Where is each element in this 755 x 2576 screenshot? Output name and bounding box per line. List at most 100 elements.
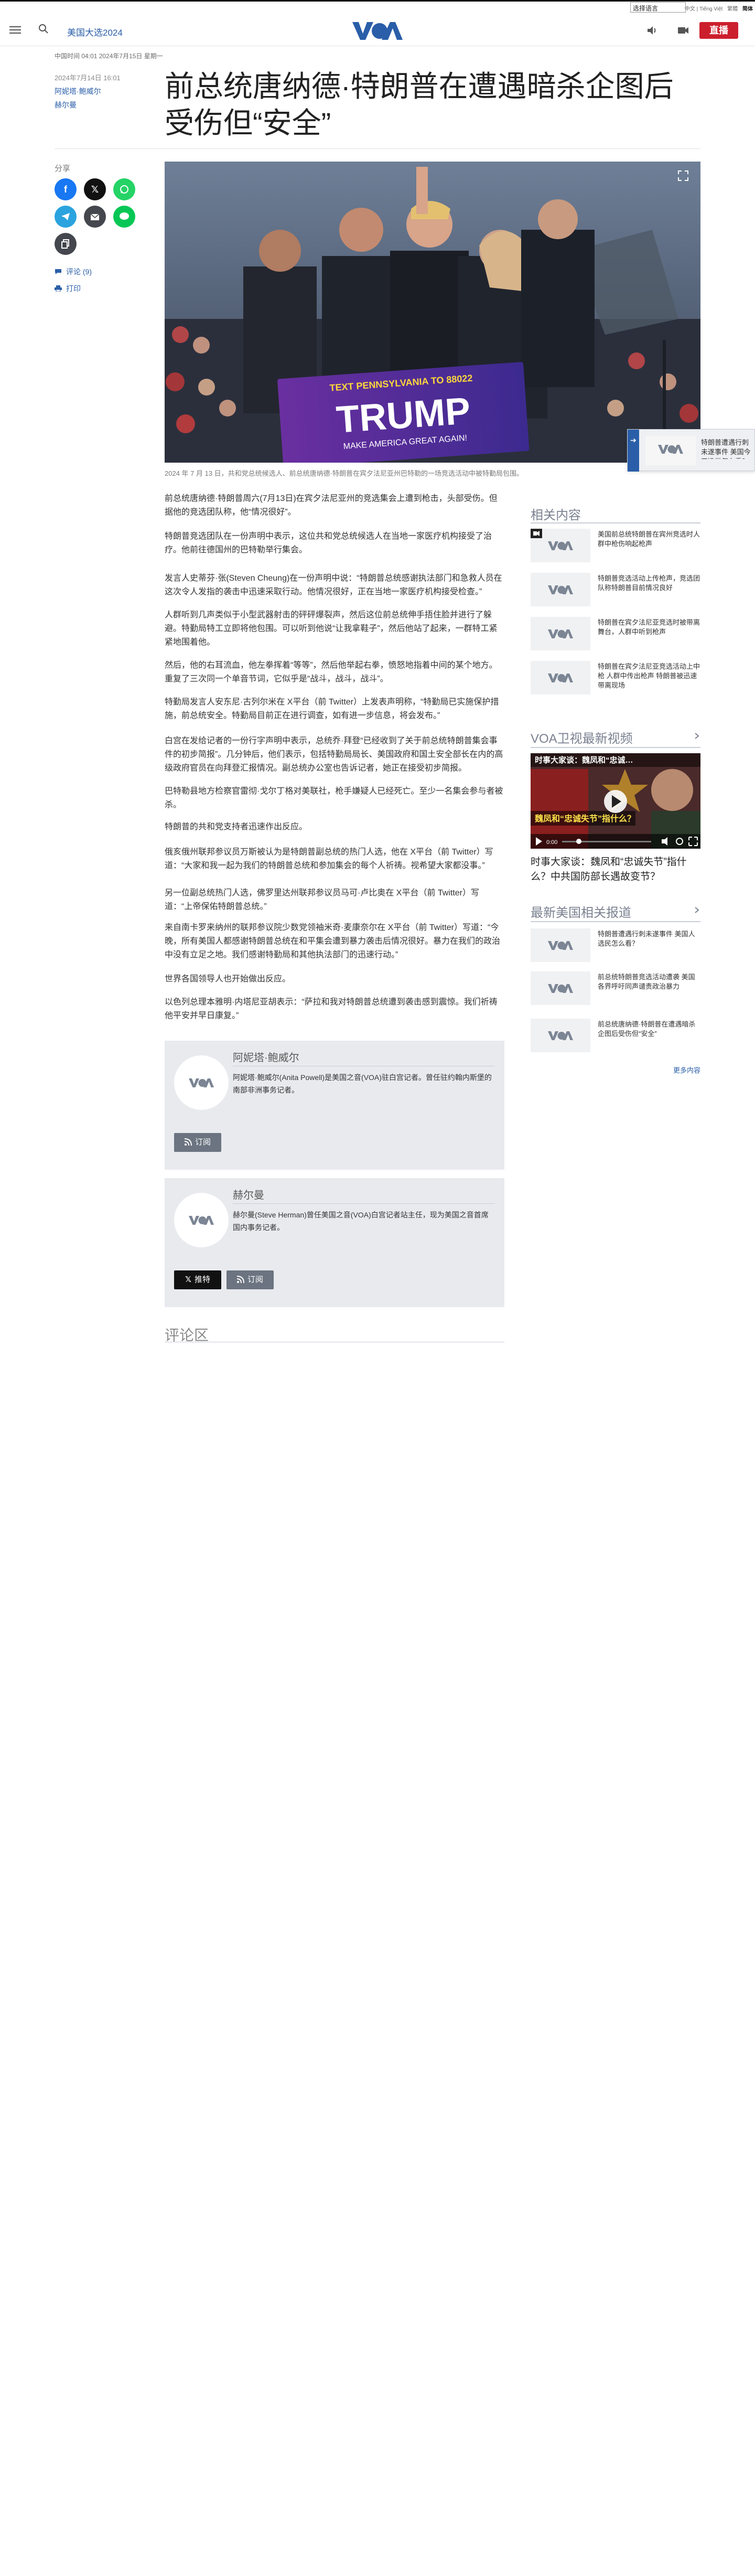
related-item[interactable]: 特朗普竞选活动上传枪声，竞选团队称特朗普目前情况良好: [531, 573, 700, 610]
more-link[interactable]: 更多内容: [673, 1065, 700, 1075]
email-icon: [90, 213, 100, 220]
latest-thumbnail: [531, 971, 590, 1005]
voa-logo-placeholder: [658, 445, 683, 454]
print-link[interactable]: 打印: [55, 283, 81, 294]
video-scrubber[interactable]: [576, 839, 581, 844]
voa-logo-placeholder: [548, 674, 573, 682]
related-heading: 相关内容: [531, 508, 581, 522]
email-share-button[interactable]: [84, 206, 106, 228]
title-divider: [55, 148, 700, 149]
body-paragraph: 来自南卡罗来纳州的联邦参议院少数党领袖米奇·麦康奈尔在 X平台（前 Twitte…: [165, 923, 501, 959]
latest-heading[interactable]: 最新美国相关报道: [531, 902, 631, 921]
whatsapp-share-button[interactable]: [113, 178, 135, 200]
x-share-button[interactable]: 𝕏: [84, 178, 106, 200]
author-name[interactable]: 赫尔曼: [233, 1187, 264, 1202]
voa-logo-placeholder: [548, 629, 573, 638]
teaser-text: 特朗普遭遇行刺未遂事件 美国今天选举怎么看？: [701, 439, 751, 459]
author-link-herman[interactable]: 赫尔曼: [55, 100, 77, 110]
latest-title: 特朗普遭遇行刺未遂事件 美国人选民怎么看？: [598, 930, 695, 947]
expand-icon[interactable]: [677, 170, 689, 181]
related-item[interactable]: 特朗普在宾夕法尼亚竞选时被带离舞台，人群中听到枪声: [531, 617, 700, 654]
latest-thumbnail: [531, 1019, 590, 1052]
latest-thumbnail: [531, 928, 590, 962]
script-links: 中文 | Tiếng Việt 繁體 简体: [682, 4, 753, 12]
lead-photo[interactable]: TEXT PENNSYLVANIA TO 88022 TRUMP MAKE AM…: [165, 162, 700, 463]
voa-logo[interactable]: [350, 19, 405, 42]
other-language-links[interactable]: 中文 | Tiếng Việt: [685, 6, 723, 12]
subscribe-button[interactable]: 订阅: [174, 1133, 221, 1152]
simplified-link[interactable]: 简体: [742, 6, 753, 12]
body-paragraph: 白宫在发给记者的一份行字声明中表示，总统乔·拜登“已经收到了关于前总统特朗普集会…: [165, 736, 503, 773]
audio-icon[interactable]: [646, 24, 659, 37]
video-thumbnail: 时事大家谈：魏凤和“忠诚… 魏凤和“忠诚失节”指什么？ 0:00: [531, 753, 700, 849]
arrow-right-icon[interactable]: ➔: [628, 430, 639, 472]
voa-logo-placeholder: [548, 941, 573, 950]
photo-caption: 2024 年 7 月 13 日，共和党总统候选人、前总统唐纳德·特朗普在宾夕法尼…: [165, 469, 523, 477]
author-box-powell: 阿妮塔·鲍威尔 阿妮塔·鲍威尔(Anita Powell)是美国之音(VOA)驻…: [165, 1041, 504, 1170]
latest-item[interactable]: 特朗普遭遇行刺未遂事件 美国人选民怎么看？: [531, 928, 700, 965]
related-thumbnail: [531, 661, 590, 694]
related-thumbnail: [531, 573, 590, 606]
body-paragraph: 发言人史蒂芬·张(Steven Cheung)在一份声明中说：“特朗普总统感谢执…: [165, 574, 502, 596]
section-link[interactable]: 美国大选2024: [67, 25, 123, 38]
latest-divider: [531, 921, 700, 922]
body-paragraph: 特朗普的共和党支持者迅速作出反应。: [165, 822, 308, 831]
voa-logo-placeholder: [548, 984, 573, 993]
video-title-overlay: 时事大家谈：魏凤和“忠诚…: [535, 755, 633, 765]
body-paragraph: 特勤局发言人安东尼·古列尔米在 X平台（前 Twitter）上发表声明称，“特勤…: [165, 698, 499, 720]
video-progress-track[interactable]: [562, 841, 651, 842]
body-paragraph: 另一位副总统热门人选，佛罗里达州联邦参议员马可·卢比奥在 X平台（前 Twitt…: [165, 889, 480, 911]
body-paragraph: 世界各国领导人也开始做出反应。: [165, 975, 291, 984]
latest-item[interactable]: 前总统唐纳德·特朗普在遭遇暗杀企图后受伤但“安全”: [531, 1019, 700, 1055]
avatar: [174, 1055, 229, 1110]
x-icon: 𝕏: [185, 1275, 192, 1284]
teaser-thumbnail: [645, 436, 696, 465]
telegram-share-button[interactable]: [55, 206, 77, 228]
video-player[interactable]: 时事大家谈：魏凤和“忠诚… 魏凤和“忠诚失节”指什么？ 0:00: [531, 753, 700, 849]
site-header: 美国大选2024 直播: [0, 15, 755, 46]
body-paragraph: 俄亥俄州联邦参议员万斯被认为是特朗普副总统的热门人选，他在 X平台（前 Twit…: [165, 848, 493, 870]
author-link-powell[interactable]: 阿妮塔·鲍威尔: [55, 86, 101, 97]
language-bar: 选择语言 中文 | Tiếng Việt 繁體 简体: [0, 0, 755, 15]
author-box-herman: 赫尔曼 赫尔曼(Steve Herman)曾任美国之音(VOA)白宫记者站主任，…: [165, 1178, 504, 1307]
latest-item[interactable]: 前总统特朗普竞选活动遭袭 美国各界呼吁同声谴责政治暴力: [531, 971, 700, 1008]
related-thumbnail: [531, 617, 590, 650]
facebook-share-button[interactable]: f: [55, 178, 77, 200]
traditional-link[interactable]: 繁體: [727, 6, 738, 12]
print-icon: [55, 285, 62, 292]
author-bio: 阿妮塔·鲍威尔(Anita Powell)是美国之音(VOA)驻白宫记者。曾任驻…: [233, 1073, 492, 1094]
video-section-divider: [531, 747, 700, 748]
body-paragraph: 人群听到几声类似于小型武器射击的砰砰爆裂声，然后这位前总统伸手捂住脸并进行了躲避…: [165, 611, 498, 647]
chevron-right-icon[interactable]: [693, 906, 700, 914]
voa-logo-placeholder: [531, 529, 573, 550]
related-item[interactable]: 美国前总统特朗普在宾州竞选时人群中枪伤响起枪声: [531, 529, 700, 565]
video-caption[interactable]: 时事大家谈：魏凤和“忠诚失节”指什么？中共国防部长遇故变节？: [531, 855, 700, 884]
subscribe-button[interactable]: 订阅: [226, 1270, 274, 1289]
search-icon[interactable]: [38, 23, 49, 35]
line-share-button[interactable]: [113, 206, 135, 228]
author-name[interactable]: 阿妮塔·鲍威尔: [233, 1049, 299, 1064]
copy-link-button[interactable]: [55, 233, 77, 255]
body-paragraph: 特朗普竞选团队在一份声明中表示，这位共和党总统候选人在当地一家医疗机构接受了治疗…: [165, 532, 492, 554]
rss-icon: [184, 1138, 192, 1146]
latest-title: 前总统唐纳德·特朗普在遭遇暗杀企图后受伤但“安全”: [598, 1020, 696, 1038]
chevron-right-icon[interactable]: [693, 732, 700, 740]
live-button[interactable]: 直播: [699, 22, 738, 39]
related-title: 特朗普竞选活动上传枪声，竞选团队称特朗普目前情况良好: [598, 574, 700, 592]
menu-icon[interactable]: [9, 24, 21, 35]
body-paragraph: 以色列总理本雅明·内塔尼亚胡表示：“萨拉和我对特朗普总统遭到袭击感到震惊。我们祈…: [165, 998, 498, 1020]
video-section-heading[interactable]: VOA卫视最新视频: [531, 728, 633, 746]
follow-x-button[interactable]: 𝕏 推特: [174, 1270, 221, 1289]
related-title: 特朗普在宾夕法尼亚竞选活动上中枪 人群中传出枪声 特朗普被迅速带离现场: [598, 662, 700, 689]
related-item[interactable]: 特朗普在宾夕法尼亚竞选活动上中枪 人群中传出枪声 特朗普被迅速带离现场: [531, 661, 700, 698]
copy-icon: [61, 239, 69, 249]
video-icon[interactable]: [677, 25, 689, 36]
related-divider: [531, 522, 700, 523]
print-link-label: 打印: [66, 284, 81, 293]
comments-link[interactable]: 评论 (9): [55, 266, 92, 277]
comments-link-label: 评论 (9): [66, 268, 92, 276]
page-title: 前总统唐纳德·特朗普在遭遇暗杀企图后受伤但“安全”: [165, 70, 674, 140]
audio-teaser[interactable]: ➔ 特朗普遭遇行刺未遂事件 美国今天选举怎么看？: [627, 429, 755, 472]
author-divider: [233, 1203, 495, 1204]
language-select[interactable]: 选择语言: [630, 2, 686, 13]
